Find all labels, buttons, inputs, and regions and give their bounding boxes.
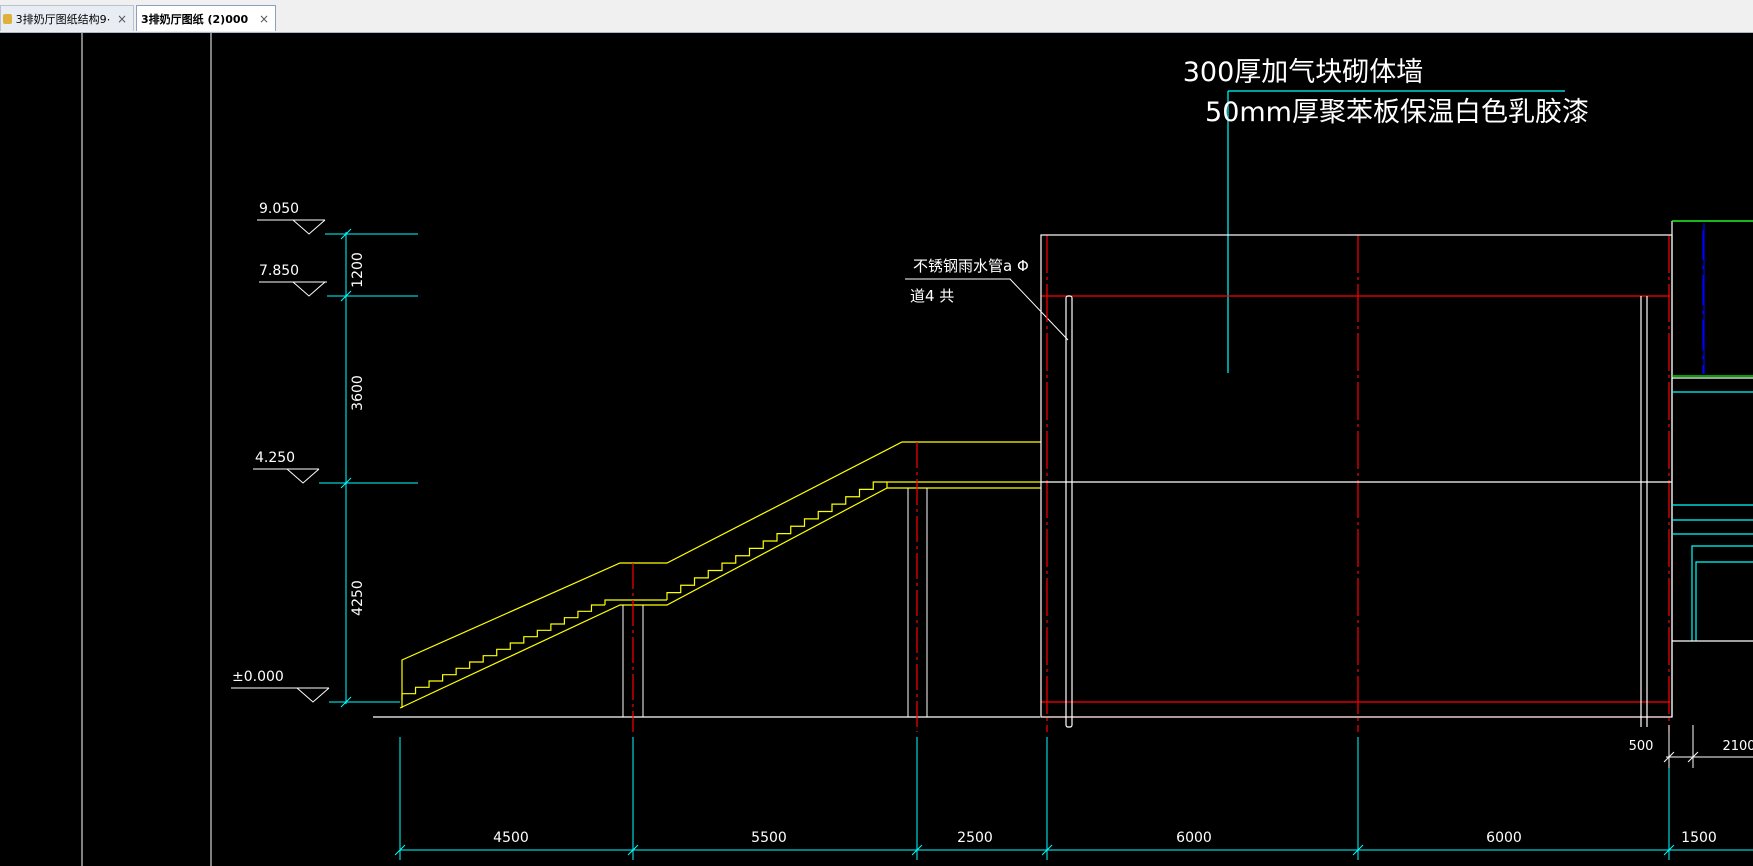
close-icon[interactable]: × [117,12,127,26]
tab-structure-drawing[interactable]: 3排奶厅图纸结构9⋯ × [0,5,134,31]
horizontal-dim-2500: 2500 [957,830,993,846]
horizontal-dim-5500: 5500 [751,830,787,846]
wall-note-line1: 300厚加气块砌体墙 [1183,57,1424,88]
horizontal-dim-6000-b: 6000 [1486,830,1522,846]
cad-drawing-canvas[interactable]: 300厚加气块砌体墙 50mm厚聚苯板保温白色乳胶漆 不锈钢雨水管a Φ 道4 … [0,33,1753,866]
vertical-dim-4250: 4250 [350,580,366,616]
downpipe-note-line1: 不锈钢雨水管a Φ [913,257,1029,275]
document-tab-bar: 3排奶厅图纸结构9⋯ × 3排奶厅图纸 (2)000 (3 × [0,0,1753,33]
vertical-dim-1200: 1200 [350,252,366,288]
vertical-dim-3600: 3600 [350,375,366,411]
downpipe-note-line2: 道4 共 [910,287,954,305]
wall-note-line2: 50mm厚聚苯板保温白色乳胶漆 [1205,97,1589,128]
horizontal-dim-6000-a: 6000 [1176,830,1212,846]
horizontal-dim-4500: 4500 [493,830,529,846]
small-dim-2100: 2100 [1722,739,1753,754]
elevation-label-zero: ±0.000 [232,669,284,685]
small-dim-500: 500 [1629,739,1654,754]
horizontal-dim-1500: 1500 [1681,830,1717,846]
tab-label: 3排奶厅图纸结构9⋯ [15,12,111,26]
close-icon[interactable]: × [259,12,269,26]
lock-icon [3,13,12,24]
tab-label: 3排奶厅图纸 (2)000 (3 [141,12,253,26]
tab-active-drawing[interactable]: 3排奶厅图纸 (2)000 (3 × [136,5,276,31]
elevation-label-7850: 7.850 [259,263,299,279]
elevation-label-4250: 4.250 [255,450,295,466]
elevation-label-9050: 9.050 [259,201,299,217]
